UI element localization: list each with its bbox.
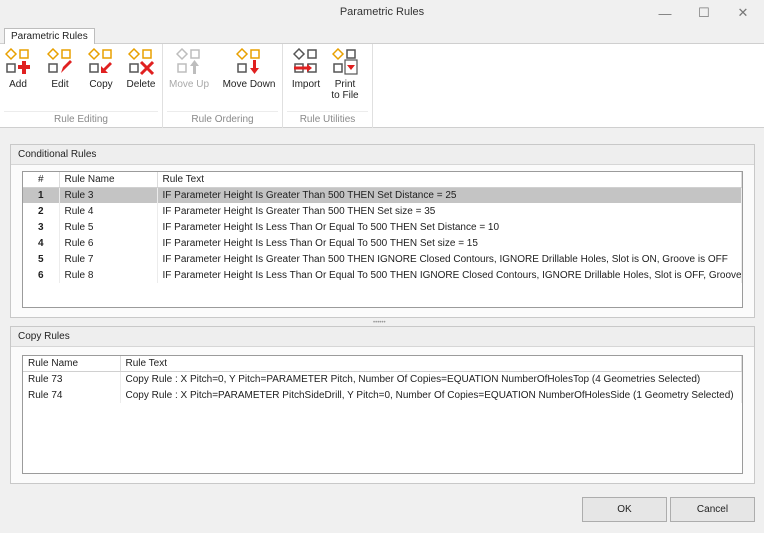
table-row[interactable]: Rule 73 Copy Rule : X Pitch=0, Y Pitch=P… — [23, 371, 742, 387]
row-number: 4 — [23, 235, 60, 251]
print-to-file-icon — [332, 48, 358, 75]
copy-rules-header: Copy Rules — [11, 327, 754, 347]
row-number: 2 — [23, 203, 60, 219]
move-down-label: Move Down — [222, 79, 276, 90]
table-row[interactable]: Rule 74 Copy Rule : X Pitch=PARAMETER Pi… — [23, 387, 742, 403]
ribbon: Add Edit Copy Delete Rule Editing Move U… — [0, 44, 764, 128]
row-rule-name: Rule 4 — [59, 203, 158, 219]
ribbon-tabstrip: Parametric Rules — [0, 26, 764, 45]
row-number: 3 — [23, 219, 60, 235]
ribbon-group-rule-ordering: Move Up Move Down Rule Ordering — [163, 44, 283, 128]
move-up-icon — [176, 48, 200, 74]
ribbon-group-rule-editing: Add Edit Copy Delete Rule Editing — [0, 44, 163, 128]
column-header-number[interactable]: # — [23, 172, 60, 188]
print-label-line2: to File — [331, 90, 359, 101]
title-bar: Parametric Rules — ☐ ✕ — [0, 0, 764, 26]
close-button[interactable]: ✕ — [726, 0, 760, 26]
ribbon-group-rule-utilities: Import Print to File Rule Utilities — [283, 44, 373, 128]
delete-label: Delete — [126, 79, 156, 90]
row-number: 1 — [23, 187, 60, 203]
row-number: 6 — [23, 267, 60, 283]
row-rule-text: IF Parameter Height Is Greater Than 500 … — [157, 251, 742, 267]
column-header-rule-name[interactable]: Rule Name — [23, 356, 121, 372]
row-rule-text: Copy Rule : X Pitch=0, Y Pitch=PARAMETER… — [120, 371, 742, 387]
minimize-button[interactable]: — — [648, 0, 682, 26]
table-row[interactable]: 4 Rule 6 IF Parameter Height Is Less Tha… — [23, 235, 742, 251]
edit-rule-icon — [47, 48, 72, 73]
row-rule-name: Rule 8 — [59, 267, 158, 283]
add-label: Add — [9, 79, 27, 90]
row-rule-text: IF Parameter Height Is Less Than Or Equa… — [157, 267, 742, 283]
row-rule-text: IF Parameter Height Is Greater Than 500 … — [157, 203, 742, 219]
row-rule-text: Copy Rule : X Pitch=PARAMETER PitchSideD… — [120, 387, 742, 403]
ribbon-group-label: Rule Editing — [54, 114, 108, 125]
print-label-line1: Print — [334, 79, 356, 90]
table-row[interactable]: 5 Rule 7 IF Parameter Height Is Greater … — [23, 251, 742, 267]
copy-rules-panel: Copy Rules Rule Name Rule Text Rule 73 C… — [10, 326, 755, 484]
row-rule-text: IF Parameter Height Is Greater Than 500 … — [157, 187, 742, 203]
column-header-rule-name[interactable]: Rule Name — [59, 172, 158, 188]
table-row[interactable]: 6 Rule 8 IF Parameter Height Is Less Tha… — [23, 267, 742, 283]
edit-button[interactable]: Edit — [46, 48, 74, 90]
tab-parametric-rules[interactable]: Parametric Rules — [4, 28, 95, 45]
move-down-icon — [236, 48, 260, 74]
row-number: 5 — [23, 251, 60, 267]
row-rule-text: IF Parameter Height Is Less Than Or Equa… — [157, 235, 742, 251]
column-header-rule-text[interactable]: Rule Text — [157, 172, 742, 188]
copy-label: Copy — [89, 79, 113, 90]
import-label: Import — [291, 79, 321, 90]
table-row[interactable]: 2 Rule 4 IF Parameter Height Is Greater … — [23, 203, 742, 219]
row-rule-name: Rule 7 — [59, 251, 158, 267]
row-rule-text: IF Parameter Height Is Less Than Or Equa… — [157, 219, 742, 235]
move-down-button[interactable]: Move Down — [221, 48, 277, 90]
ribbon-group-label: Rule Utilities — [299, 114, 356, 125]
row-rule-name: Rule 73 — [23, 371, 121, 387]
maximize-button[interactable]: ☐ — [687, 0, 721, 26]
move-up-button[interactable]: Move Up — [169, 48, 209, 90]
edit-label: Edit — [51, 79, 69, 90]
ribbon-group-label: Rule Ordering — [191, 114, 254, 125]
row-rule-name: Rule 3 — [59, 187, 158, 203]
conditional-rules-header: Conditional Rules — [11, 145, 754, 165]
row-rule-name: Rule 5 — [59, 219, 158, 235]
import-icon — [293, 48, 317, 73]
table-row[interactable]: 3 Rule 5 IF Parameter Height Is Less Tha… — [23, 219, 742, 235]
row-rule-name: Rule 6 — [59, 235, 158, 251]
ok-button[interactable]: OK — [582, 497, 667, 522]
add-button[interactable]: Add — [4, 48, 32, 90]
delete-button[interactable]: Delete — [125, 48, 157, 90]
copy-rules-grid[interactable]: Rule Name Rule Text Rule 73 Copy Rule : … — [22, 355, 743, 474]
conditional-rules-panel: Conditional Rules # Rule Name Rule Text … — [10, 144, 755, 318]
row-rule-name: Rule 74 — [23, 387, 121, 403]
copy-button[interactable]: Copy — [86, 48, 116, 90]
add-rule-icon — [5, 48, 30, 74]
cancel-button[interactable]: Cancel — [670, 497, 755, 522]
move-up-label: Move Up — [169, 79, 210, 90]
print-to-file-button[interactable]: Print to File — [329, 48, 361, 101]
conditional-rules-grid[interactable]: # Rule Name Rule Text 1 Rule 3 IF Parame… — [22, 171, 743, 308]
column-header-rule-text[interactable]: Rule Text — [120, 356, 742, 372]
copy-rule-icon — [88, 48, 112, 73]
import-button[interactable]: Import — [289, 48, 323, 90]
delete-rule-icon — [128, 48, 154, 76]
table-row[interactable]: 1 Rule 3 IF Parameter Height Is Greater … — [23, 187, 742, 203]
